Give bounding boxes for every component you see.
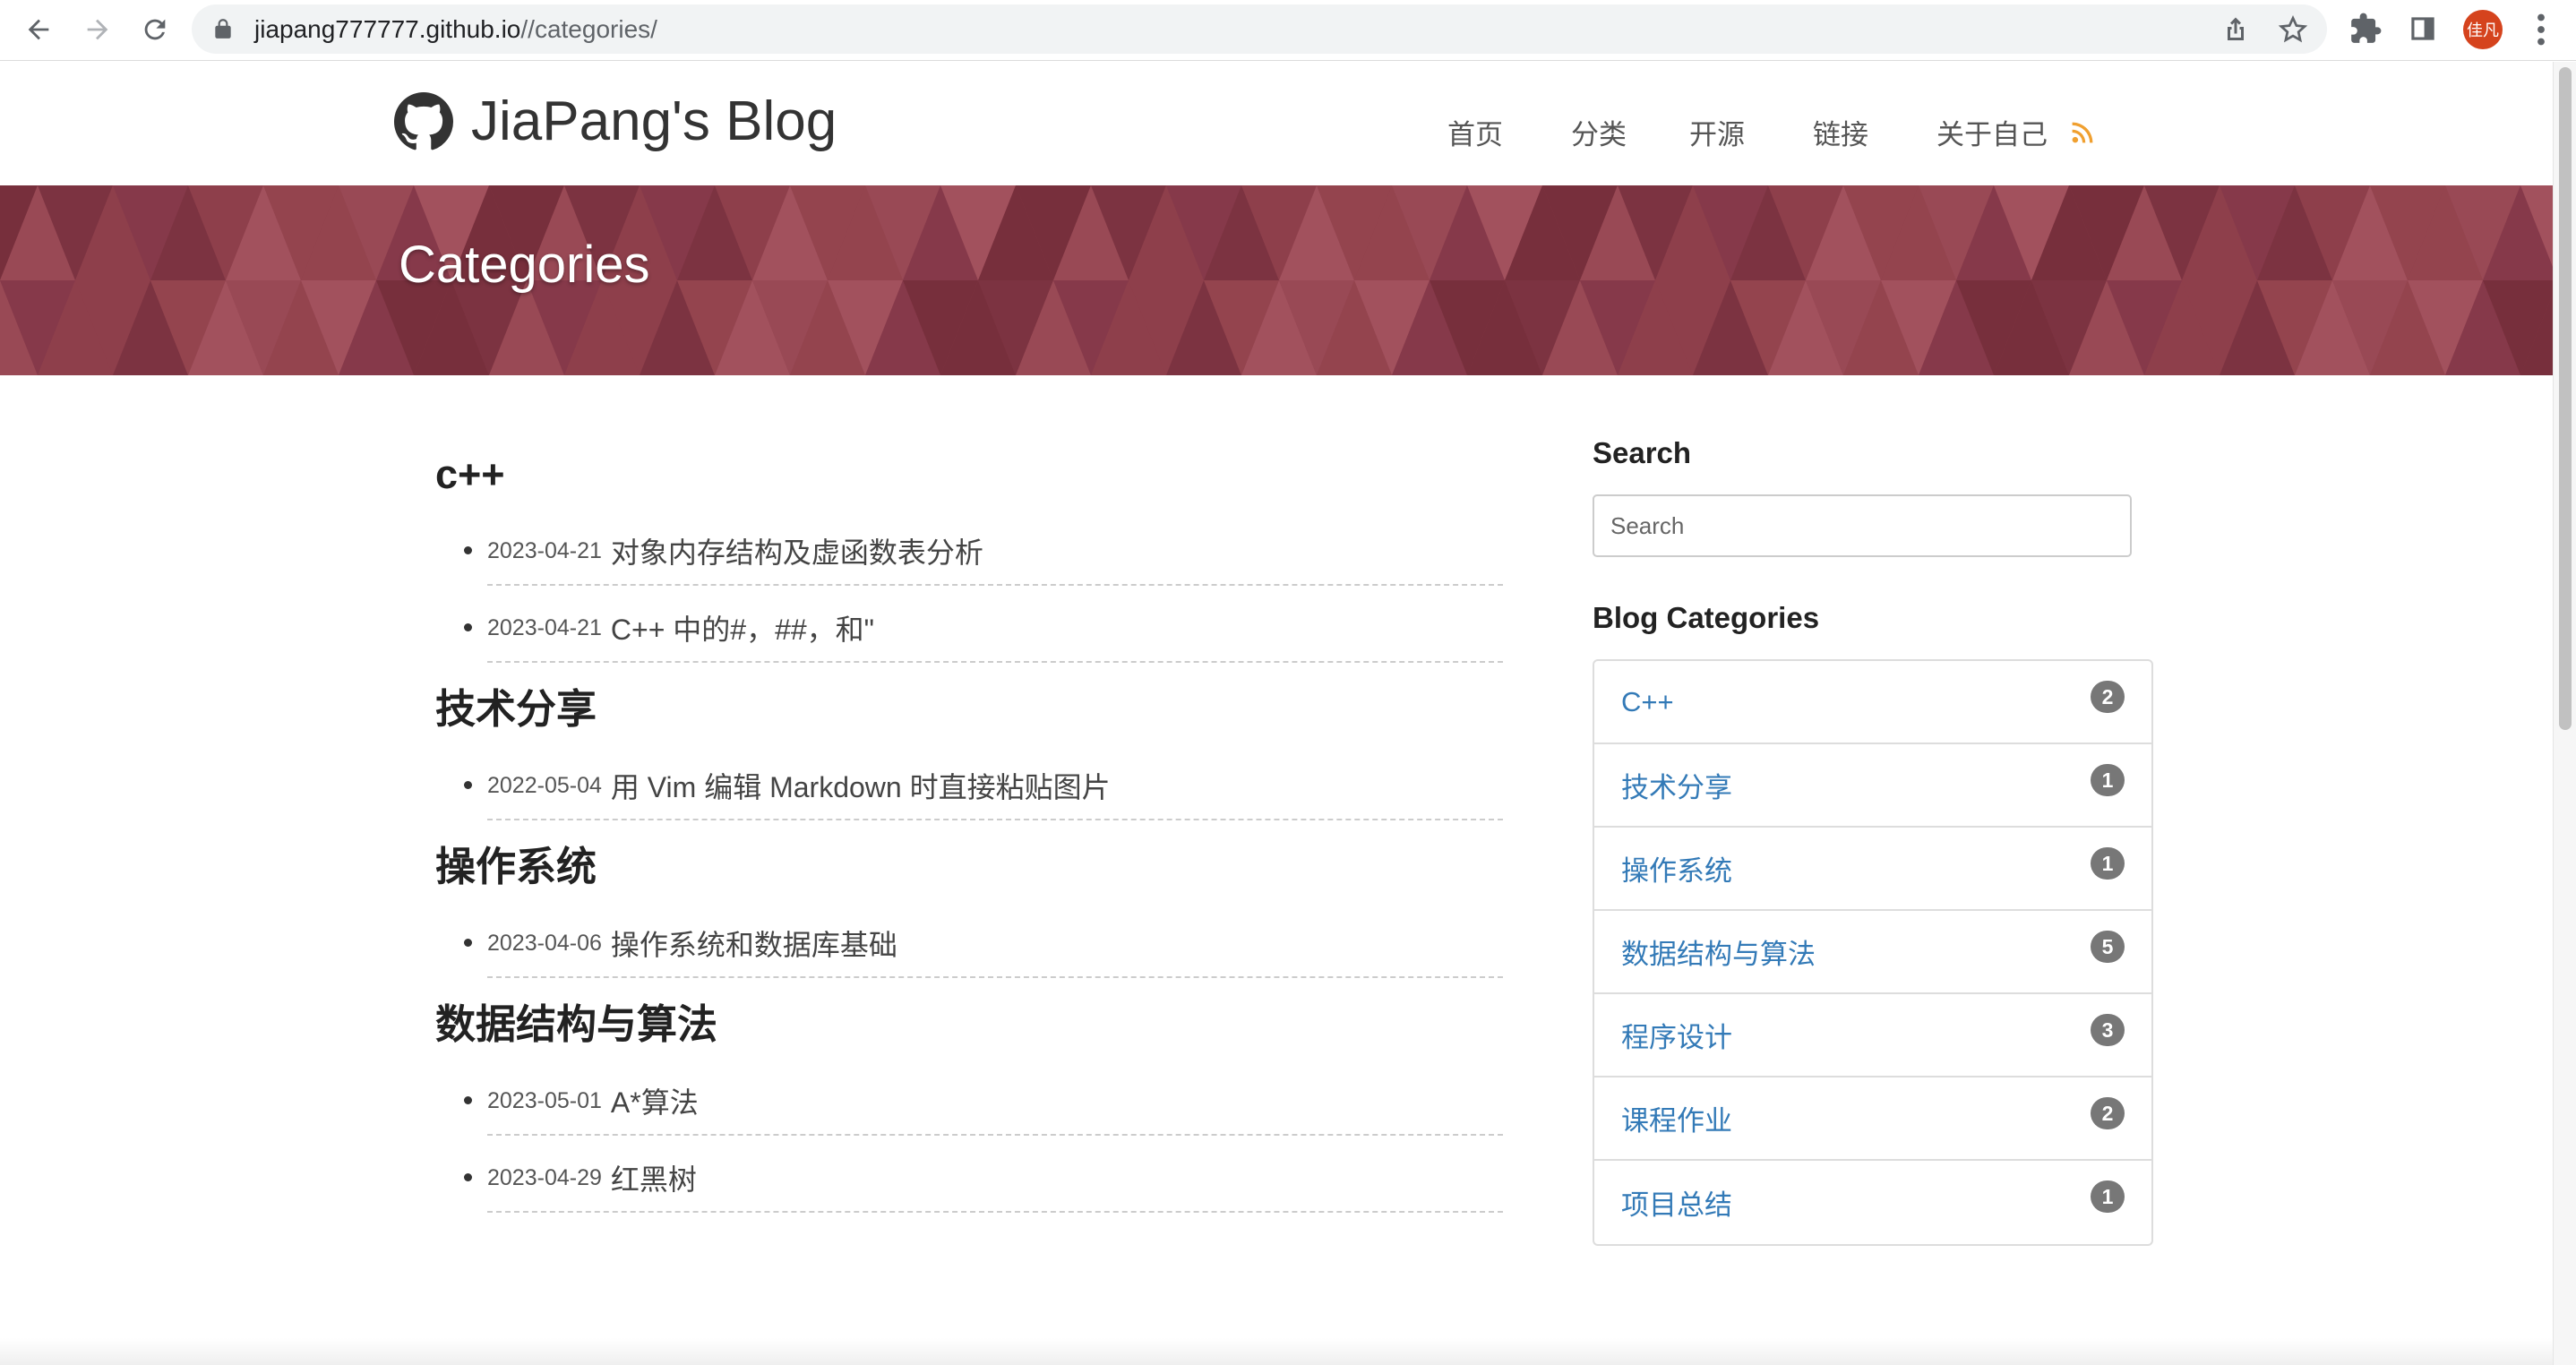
side-panel-icon[interactable]	[2406, 12, 2440, 46]
brand-name: JiaPang's Blog	[471, 90, 837, 152]
post-date: 2023-05-01	[487, 1087, 602, 1113]
post-item[interactable]: 2023-04-06 操作系统和数据库基础	[464, 901, 1503, 978]
post-title[interactable]: 操作系统和数据库基础	[611, 923, 897, 964]
menu-item-home[interactable]: 首页	[1447, 112, 1503, 152]
star-icon[interactable]	[2277, 13, 2309, 46]
count-badge: 1	[2091, 1180, 2125, 1213]
category-item-cpp[interactable]: C++ 2	[1594, 661, 2151, 744]
post-list: 2023-05-01 A*算法 2023-04-29 红黑树	[464, 1059, 1503, 1213]
category-link[interactable]: 程序设计	[1621, 1015, 1732, 1055]
count-badge: 2	[2091, 1097, 2125, 1129]
category-heading: 数据结构与算法	[435, 1001, 718, 1047]
post-date: 2023-04-21	[487, 537, 602, 563]
reload-button[interactable]	[134, 9, 176, 50]
main-menu: 首页 分类 开源 链接 关于自己	[1447, 112, 2094, 152]
post-list: 2023-04-21 对象内存结构及虚函数表分析 2023-04-21 C++ 中的…	[464, 509, 1503, 663]
url-host: jiapang777777.github.io	[254, 15, 521, 43]
categories-list: c++ 2023-04-21 对象内存结构及虚函数表分析 2023-04-21 C+…	[435, 448, 1503, 1213]
category-heading: 操作系统	[435, 844, 597, 889]
post-date: 2022-05-04	[487, 772, 602, 798]
scrollbar-thumb[interactable]	[2559, 67, 2572, 730]
search-input[interactable]	[1593, 494, 2132, 557]
page-scrollbar[interactable]	[2553, 62, 2576, 1365]
count-badge: 3	[2091, 1014, 2125, 1046]
forward-button[interactable]	[77, 9, 118, 50]
address-bar[interactable]: jiapang777777.github.io//categories/	[192, 4, 2327, 54]
blog-categories-heading: Blog Categories	[1593, 601, 1820, 634]
category-section: 技术分享 2022-05-04 用 Vim 编辑 Markdown 时直接粘贴图片	[435, 682, 1503, 820]
count-badge: 5	[2091, 931, 2125, 963]
category-section: 操作系统 2023-04-06 操作系统和数据库基础	[435, 840, 1503, 978]
brand-link[interactable]: JiaPang's Blog	[394, 89, 837, 155]
post-date: 2023-04-06	[487, 930, 602, 956]
post-item[interactable]: 2023-05-01 A*算法	[464, 1059, 1503, 1136]
page-banner: Categories	[0, 185, 2553, 375]
url-path: //categories/	[520, 15, 657, 43]
github-icon	[394, 92, 453, 150]
back-icon	[28, 19, 49, 40]
post-title[interactable]: C++ 中的#，##，和"	[611, 607, 874, 648]
browser-toolbar: jiapang777777.github.io//categories/ 佳凡	[0, 0, 2576, 61]
post-list: 2022-05-04 用 Vim 编辑 Markdown 时直接粘贴图片	[464, 743, 1503, 820]
post-list: 2023-04-06 操作系统和数据库基础	[464, 901, 1503, 978]
profile-avatar[interactable]: 佳凡	[2463, 10, 2503, 49]
menu-item-categories[interactable]: 分类	[1571, 112, 1627, 152]
post-item[interactable]: 2022-05-04 用 Vim 编辑 Markdown 时直接粘贴图片	[464, 743, 1503, 820]
post-title[interactable]: A*算法	[611, 1080, 699, 1121]
back-button[interactable]	[18, 9, 59, 50]
post-title[interactable]: 用 Vim 编辑 Markdown 时直接粘贴图片	[611, 765, 1111, 806]
post-date: 2023-04-29	[487, 1164, 602, 1190]
blog-categories-list: C++ 2 技术分享 1 操作系统 1 数据结构与算法 5 程序设计 3 课程作业 2 项目…	[1593, 659, 2153, 1246]
category-section: 数据结构与算法 2023-05-01 A*算法 2023-04-29 红黑树	[435, 998, 1503, 1213]
category-heading: c++	[435, 451, 505, 497]
category-section: c++ 2023-04-21 对象内存结构及虚函数表分析 2023-04-21 C+…	[435, 448, 1503, 663]
category-item-tech-share[interactable]: 技术分享 1	[1594, 744, 2151, 828]
category-item-project-summary[interactable]: 项目总结 1	[1594, 1161, 2151, 1244]
menu-kebab-icon[interactable]	[2528, 11, 2555, 48]
post-item[interactable]: 2023-04-21 C++ 中的#，##，和"	[464, 586, 1503, 663]
post-date: 2023-04-21	[487, 614, 602, 640]
count-badge: 1	[2091, 847, 2125, 880]
site-header: JiaPang's Blog 首页 分类 开源 链接 关于自己	[0, 62, 2553, 185]
category-item-os[interactable]: 操作系统 1	[1594, 828, 2151, 911]
triangle-pattern	[0, 185, 2553, 375]
category-link[interactable]: 数据结构与算法	[1621, 931, 1816, 972]
search-heading: Search	[1593, 436, 1692, 469]
menu-item-opensource[interactable]: 开源	[1689, 112, 1745, 152]
category-link[interactable]: 课程作业	[1621, 1098, 1732, 1138]
forward-icon	[87, 19, 108, 40]
post-item[interactable]: 2023-04-21 对象内存结构及虚函数表分析	[464, 509, 1503, 586]
lock-icon	[215, 19, 231, 39]
category-item-coursework[interactable]: 课程作业 2	[1594, 1077, 2151, 1161]
bottom-fade	[0, 1338, 2553, 1365]
category-item-ds-algo[interactable]: 数据结构与算法 5	[1594, 911, 2151, 994]
post-title[interactable]: 对象内存结构及虚函数表分析	[611, 530, 983, 571]
post-item[interactable]: 2023-04-29 红黑树	[464, 1136, 1503, 1213]
category-link[interactable]: 技术分享	[1621, 765, 1732, 805]
category-link[interactable]: 操作系统	[1621, 848, 1732, 889]
menu-item-about[interactable]: 关于自己	[1936, 112, 2048, 152]
banner-title: Categories	[399, 236, 650, 294]
category-link[interactable]: 项目总结	[1621, 1182, 1732, 1223]
rss-icon[interactable]	[2071, 121, 2094, 144]
extensions-icon[interactable]	[2348, 12, 2383, 46]
category-heading: 技术分享	[435, 686, 597, 732]
count-badge: 1	[2091, 764, 2125, 796]
sidebar: Search Blog Categories C++ 2 技术分享 1 操作系统 1 …	[1593, 435, 2157, 1246]
post-title[interactable]: 红黑树	[611, 1157, 697, 1198]
reload-icon	[144, 19, 166, 40]
category-item-programming[interactable]: 程序设计 3	[1594, 994, 2151, 1077]
count-badge: 2	[2091, 681, 2125, 713]
url-text: jiapang777777.github.io//categories/	[254, 15, 657, 44]
menu-item-links[interactable]: 链接	[1813, 112, 1868, 152]
share-icon[interactable]	[2220, 13, 2252, 46]
category-link[interactable]: C++	[1621, 686, 1674, 718]
